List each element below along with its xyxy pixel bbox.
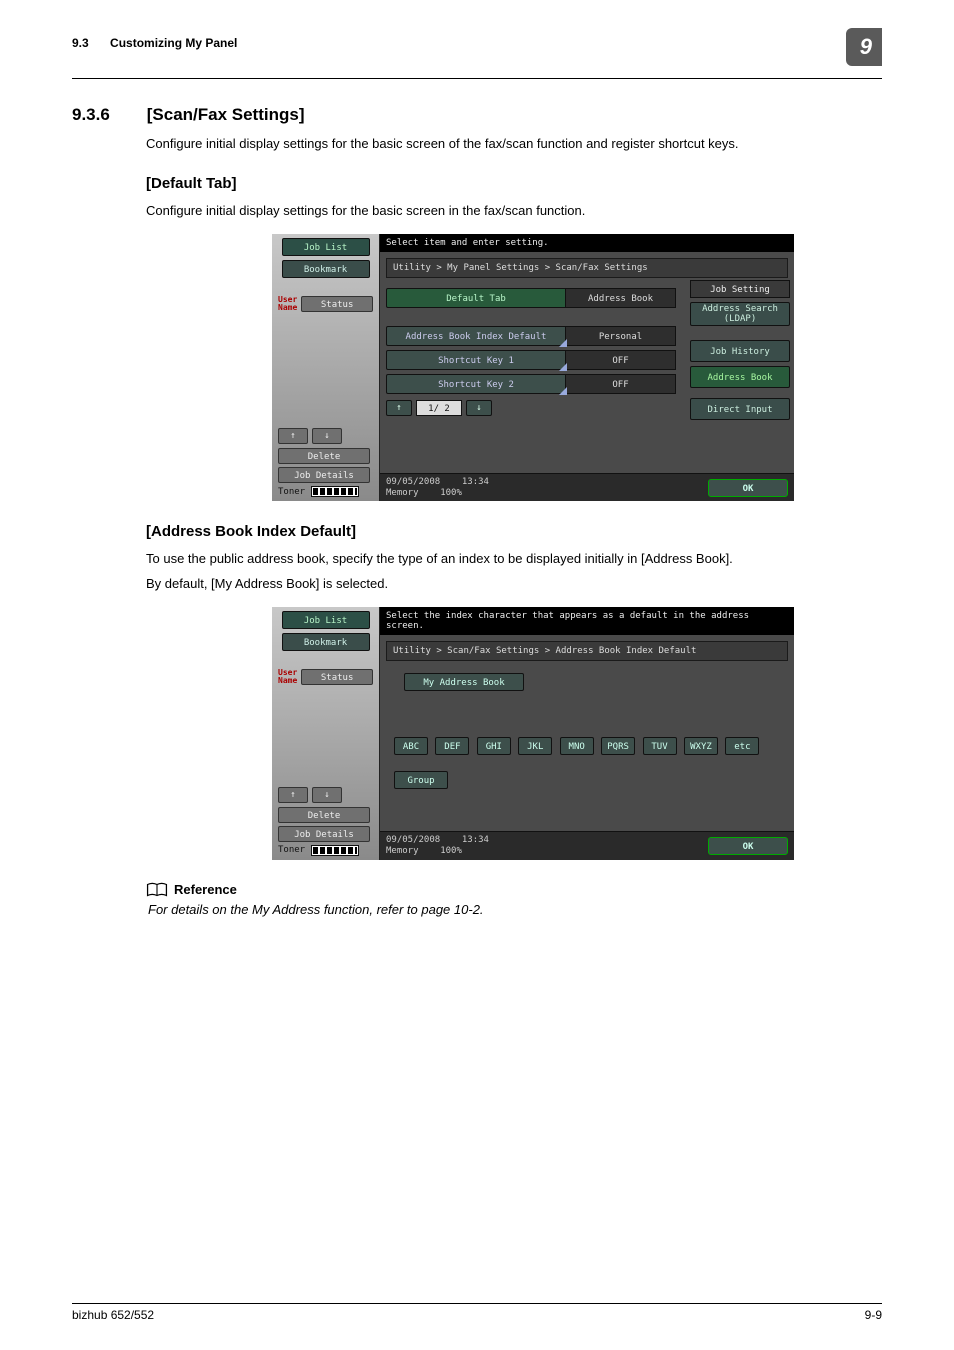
index-mno[interactable]: MNO: [560, 737, 594, 755]
address-book-button[interactable]: Address Book: [690, 366, 790, 388]
job-setting-header: Job Setting: [690, 280, 790, 298]
book-icon: [146, 882, 168, 898]
job-list-tab[interactable]: Job List: [282, 238, 370, 256]
memory-label: Memory: [386, 488, 419, 498]
delete-button[interactable]: Delete: [278, 448, 370, 464]
bookmark-tab[interactable]: Bookmark: [282, 260, 370, 278]
reference-label: Reference: [174, 882, 237, 897]
job-up-button[interactable]: ↑: [278, 428, 308, 444]
ok-button[interactable]: OK: [708, 837, 788, 855]
abid-key[interactable]: Address Book Index Default: [386, 326, 566, 346]
sec-title: [Scan/Fax Settings]: [147, 105, 305, 124]
default-tab-heading: [Default Tab]: [146, 175, 882, 192]
user-name-label: User Name: [278, 296, 297, 312]
toner-level-icon: [311, 486, 359, 497]
my-address-book-button[interactable]: My Address Book: [404, 673, 524, 691]
panel-address-book-index-default: Job List Bookmark User Name Status ↑ ↓ D…: [272, 607, 794, 860]
default-tab-value: Address Book: [566, 288, 676, 308]
index-jkl[interactable]: JKL: [518, 737, 552, 755]
job-details-button[interactable]: Job Details: [278, 467, 370, 483]
sec-num: 9.3.6: [72, 105, 142, 125]
default-tab-intro: Configure initial display settings for t…: [146, 202, 882, 220]
delete-button[interactable]: Delete: [278, 807, 370, 823]
page-indicator: 1/ 2: [416, 400, 462, 416]
index-def[interactable]: DEF: [435, 737, 469, 755]
toner-label: Toner: [278, 487, 305, 497]
footer-right: 9-9: [865, 1308, 882, 1322]
default-tab-key[interactable]: Default Tab: [386, 288, 566, 308]
page-up-button[interactable]: ↑: [386, 400, 412, 416]
panel1-message: Select item and enter setting.: [380, 234, 794, 252]
index-pqrs[interactable]: PQRS: [601, 737, 635, 755]
panel-date: 09/05/2008: [386, 477, 440, 487]
toner-label: Toner: [278, 845, 305, 855]
panel2-breadcrumb: Utility > Scan/Fax Settings > Address Bo…: [386, 641, 788, 661]
shortcut2-key[interactable]: Shortcut Key 2: [386, 374, 566, 394]
index-tuv[interactable]: TUV: [643, 737, 677, 755]
job-list-tab[interactable]: Job List: [282, 611, 370, 629]
job-list-area: [272, 314, 379, 424]
job-details-button[interactable]: Job Details: [278, 826, 370, 842]
sec-intro: Configure initial display settings for t…: [146, 135, 882, 153]
abid-p2: By default, [My Address Book] is selecte…: [146, 575, 882, 593]
shortcut1-value: OFF: [566, 350, 676, 370]
panel-date: 09/05/2008: [386, 835, 440, 845]
job-up-button[interactable]: ↑: [278, 787, 308, 803]
reference-text: For details on the My Address function, …: [148, 902, 882, 917]
job-history-button[interactable]: Job History: [690, 340, 790, 362]
group-button[interactable]: Group: [394, 771, 448, 789]
page-down-button[interactable]: ↓: [466, 400, 492, 416]
panel-time: 13:34: [462, 477, 489, 487]
chapter-number-badge: 9: [846, 28, 882, 66]
header-section-num: 9.3: [72, 36, 89, 50]
panel1-breadcrumb: Utility > My Panel Settings > Scan/Fax S…: [386, 258, 788, 278]
panel-time: 13:34: [462, 835, 489, 845]
index-ghi[interactable]: GHI: [477, 737, 511, 755]
abid-heading: [Address Book Index Default]: [146, 523, 882, 540]
user-name-label: User Name: [278, 669, 297, 685]
bookmark-tab[interactable]: Bookmark: [282, 633, 370, 651]
status-button[interactable]: Status: [301, 669, 373, 685]
job-down-button[interactable]: ↓: [312, 787, 342, 803]
shortcut1-key[interactable]: Shortcut Key 1: [386, 350, 566, 370]
status-button[interactable]: Status: [301, 296, 373, 312]
abid-p1: To use the public address book, specify …: [146, 550, 882, 568]
index-abc[interactable]: ABC: [394, 737, 428, 755]
job-down-button[interactable]: ↓: [312, 428, 342, 444]
ok-button[interactable]: OK: [708, 479, 788, 497]
panel2-message: Select the index character that appears …: [380, 607, 794, 635]
job-list-area: [272, 687, 379, 783]
memory-value: 100%: [440, 846, 462, 856]
memory-label: Memory: [386, 846, 419, 856]
abid-value: Personal: [566, 326, 676, 346]
index-wxyz[interactable]: WXYZ: [684, 737, 718, 755]
shortcut2-value: OFF: [566, 374, 676, 394]
header-section-title: Customizing My Panel: [110, 36, 237, 50]
toner-level-icon: [311, 845, 359, 856]
footer-left: bizhub 652/552: [72, 1308, 154, 1322]
index-etc[interactable]: etc: [725, 737, 759, 755]
panel-scanfax-settings: Job List Bookmark User Name Status ↑ ↓ D…: [272, 234, 794, 501]
direct-input-button[interactable]: Direct Input: [690, 398, 790, 420]
address-search-button[interactable]: Address Search (LDAP): [690, 302, 790, 326]
memory-value: 100%: [440, 488, 462, 498]
